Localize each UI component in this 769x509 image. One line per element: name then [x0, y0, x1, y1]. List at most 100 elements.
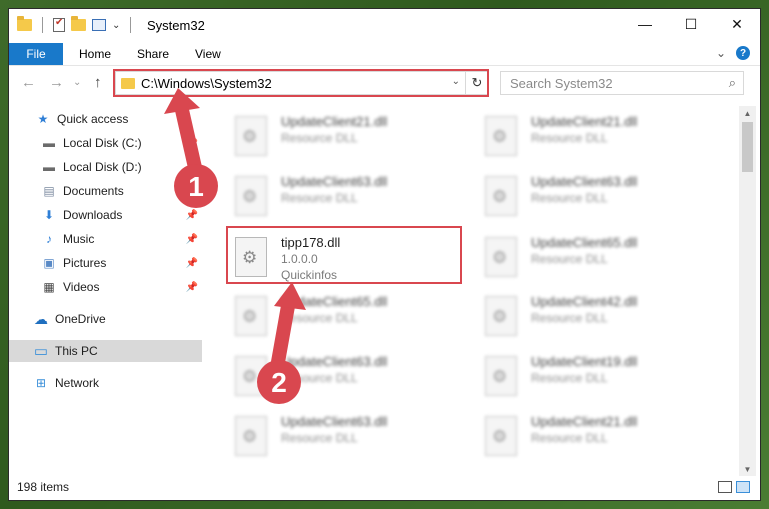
scroll-down-arrow-icon[interactable]: ▼ — [739, 462, 756, 476]
status-bar: 198 items — [9, 476, 760, 500]
close-button[interactable]: ✕ — [714, 9, 760, 39]
refresh-icon[interactable]: ↻ — [465, 72, 488, 94]
documents-icon: ▤ — [43, 184, 55, 198]
up-arrow-icon[interactable]: ↑ — [94, 74, 102, 91]
dll-file-icon — [235, 176, 267, 216]
dll-file-icon — [485, 176, 517, 216]
sidebar-item-quick-access[interactable]: ★ Quick access — [9, 108, 202, 130]
tab-share[interactable]: Share — [137, 47, 169, 61]
properties-check-icon[interactable] — [53, 17, 65, 32]
pin-icon[interactable]: 📌 — [186, 186, 198, 197]
title-bar: ⌄ System32 — ☐ ✕ — [9, 9, 760, 43]
search-input[interactable]: Search System32 — [510, 76, 613, 91]
list-item[interactable]: UpdateClient42.dll Resource DLL — [477, 290, 717, 346]
new-folder-icon[interactable] — [71, 16, 86, 31]
customize-icon[interactable] — [92, 19, 106, 31]
pin-icon[interactable]: 📌 — [186, 162, 198, 173]
list-item[interactable]: UpdateClient65.dll Resource DLL — [477, 231, 717, 287]
ribbon-controls: ⌄ ? — [716, 46, 750, 60]
address-path[interactable]: C:\Windows\System32 — [141, 76, 272, 91]
search-icon[interactable]: ⌕ — [729, 75, 736, 91]
sidebar-item-local-disk-c[interactable]: ▬ Local Disk (C:) 📌 — [9, 132, 202, 154]
dll-file-icon — [235, 356, 267, 396]
file-type: Resource DLL — [281, 431, 358, 445]
qat-dropdown-icon[interactable]: ⌄ — [112, 20, 120, 31]
file-name: UpdateClient21.dll — [531, 114, 638, 129]
videos-icon: ▦ — [43, 280, 55, 294]
address-dropdown-icon[interactable]: ⌄ — [452, 76, 460, 87]
list-item[interactable]: UpdateClient63.dll Resource DLL — [227, 170, 467, 226]
scroll-up-arrow-icon[interactable]: ▲ — [739, 106, 756, 120]
cloud-icon: ☁ — [34, 310, 48, 327]
sidebar-item-pictures[interactable]: ▣ Pictures 📌 — [9, 252, 202, 274]
list-item[interactable]: UpdateClient63.dll Resource DLL — [227, 410, 467, 466]
tab-view[interactable]: View — [195, 47, 221, 61]
navigation-bar: ← → ⌄ ↑ C:\Windows\System32 ⌄ ↻ Search S… — [9, 68, 760, 98]
sidebar-item-network[interactable]: ⊞ Network — [9, 372, 202, 394]
recent-locations-icon[interactable]: ⌄ — [73, 77, 81, 88]
music-icon: ♪ — [46, 232, 52, 246]
file-highlight-box — [226, 226, 462, 284]
list-item[interactable]: UpdateClient21.dll Resource DLL — [227, 110, 467, 166]
file-name: UpdateClient63.dll — [281, 354, 388, 369]
help-icon[interactable]: ? — [736, 46, 750, 60]
file-type: Resource DLL — [281, 191, 358, 205]
pin-icon[interactable]: 📌 — [186, 138, 198, 149]
address-bar[interactable]: C:\Windows\System32 ⌄ ↻ — [113, 69, 489, 97]
file-type: Resource DLL — [531, 371, 608, 385]
item-count: 198 items — [17, 480, 70, 494]
list-item[interactable]: UpdateClient21.dll Resource DLL — [477, 110, 717, 166]
dll-file-icon — [235, 296, 267, 336]
sidebar-item-label: Videos — [63, 280, 100, 294]
details-view-icon[interactable] — [718, 481, 732, 493]
ribbon-tabs: File Home Share View ⌄ ? — [9, 43, 760, 66]
forward-arrow-icon[interactable]: → — [49, 74, 64, 91]
folder-icon — [17, 16, 32, 31]
file-name: UpdateClient21.dll — [281, 114, 388, 129]
file-name: UpdateClient21.dll — [531, 414, 638, 429]
dll-file-icon — [485, 296, 517, 336]
maximize-button[interactable]: ☐ — [668, 9, 714, 39]
sidebar-item-documents[interactable]: ▤ Documents 📌 — [9, 180, 202, 202]
file-type: Resource DLL — [531, 431, 608, 445]
tab-file[interactable]: File — [9, 43, 63, 65]
drive-icon: ▬ — [43, 136, 55, 150]
pin-icon[interactable]: 📌 — [186, 258, 198, 269]
sidebar-item-videos[interactable]: ▦ Videos 📌 — [9, 276, 202, 298]
file-name: UpdateClient63.dll — [281, 414, 388, 429]
minimize-button[interactable]: — — [622, 9, 668, 39]
list-item[interactable]: UpdateClient63.dll Resource DLL — [227, 350, 467, 406]
dll-file-icon — [485, 356, 517, 396]
list-item[interactable]: UpdateClient63.dll Resource DLL — [477, 170, 717, 226]
file-name: UpdateClient63.dll — [531, 174, 638, 189]
pin-icon[interactable]: 📌 — [186, 234, 198, 245]
scroll-thumb[interactable] — [742, 122, 753, 172]
file-type: Resource DLL — [281, 371, 358, 385]
list-item[interactable]: UpdateClient65.dll Resource DLL — [227, 290, 467, 346]
toolbar-divider — [42, 17, 43, 33]
pin-icon[interactable]: 📌 — [186, 282, 198, 293]
sidebar-item-music[interactable]: ♪ Music 📌 — [9, 228, 202, 250]
file-type: Resource DLL — [281, 131, 358, 145]
sidebar-item-local-disk-d[interactable]: ▬ Local Disk (D:) 📌 — [9, 156, 202, 178]
tab-home[interactable]: Home — [79, 47, 111, 61]
sidebar-item-onedrive[interactable]: ☁ OneDrive — [9, 308, 202, 330]
chevron-down-icon[interactable]: ⌄ — [716, 46, 726, 60]
file-name: UpdateClient19.dll — [531, 354, 638, 369]
file-name: UpdateClient42.dll — [531, 294, 638, 309]
list-item[interactable]: UpdateClient21.dll Resource DLL — [477, 410, 717, 466]
sidebar-item-downloads[interactable]: ⬇ Downloads 📌 — [9, 204, 202, 226]
list-item[interactable]: UpdateClient19.dll Resource DLL — [477, 350, 717, 406]
sidebar-item-label: Network — [55, 376, 100, 390]
file-list: UpdateClient21.dll Resource DLL UpdateCl… — [219, 106, 739, 476]
sidebar-item-this-pc[interactable]: ▭ This PC — [9, 340, 202, 362]
file-name: UpdateClient65.dll — [531, 235, 638, 250]
star-icon: ★ — [37, 112, 49, 126]
sidebar-item-label: Pictures — [63, 256, 107, 270]
back-arrow-icon[interactable]: ← — [21, 74, 36, 91]
vertical-scrollbar[interactable]: ▲ ▼ — [739, 106, 756, 476]
tiles-view-icon[interactable] — [736, 481, 750, 493]
search-box[interactable]: Search System32 ⌕ — [500, 71, 744, 95]
pin-icon[interactable]: 📌 — [186, 210, 198, 221]
drive-icon: ▬ — [43, 160, 55, 174]
